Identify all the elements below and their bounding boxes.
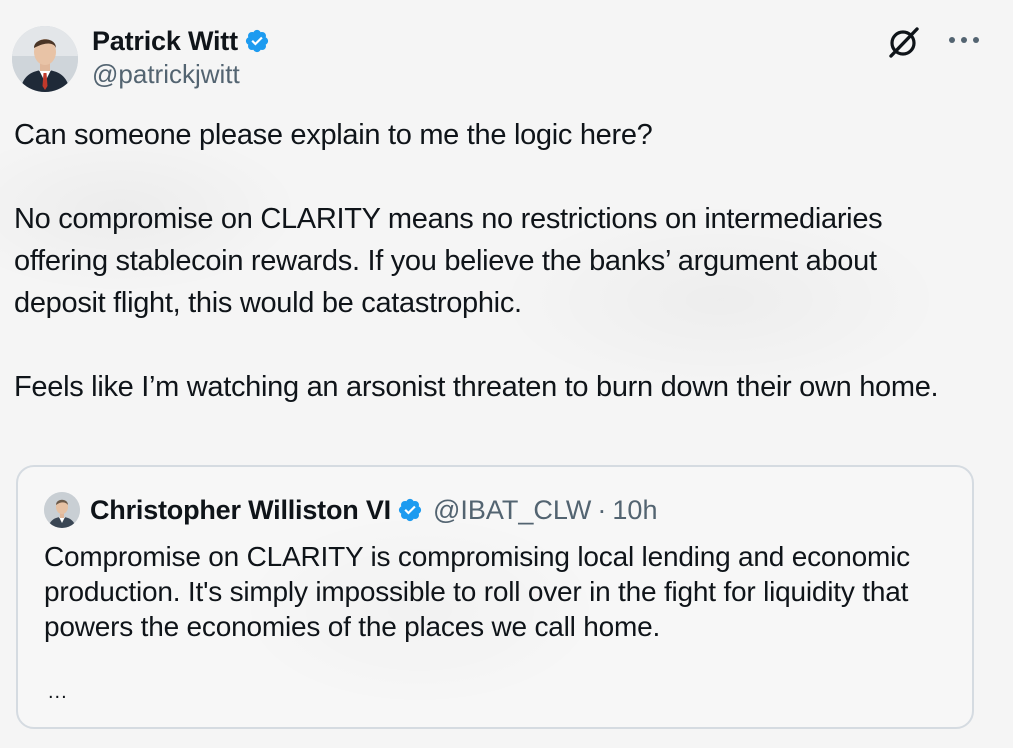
quoted-tweet-header: Christopher Williston VI @IBAT_CLW · 10h	[44, 489, 657, 531]
quoted-tweet-card[interactable]: Christopher Williston VI @IBAT_CLW · 10h…	[16, 465, 974, 729]
quoted-author-avatar[interactable]	[44, 492, 80, 528]
author-avatar[interactable]	[12, 26, 78, 92]
verified-badge-icon[interactable]	[397, 497, 423, 523]
author-avatar-image	[12, 26, 78, 92]
grok-icon[interactable]	[886, 24, 922, 60]
quoted-tweet-separator: ·	[597, 494, 607, 525]
author-info: Patrick Witt @patrickjwitt	[92, 24, 270, 90]
tweet-paragraph: Can someone please explain to me the log…	[14, 119, 653, 151]
quoted-author-avatar-image	[44, 492, 80, 528]
tweet-paragraph: No compromise on CLARITY means no restri…	[14, 203, 883, 319]
tweet-paragraph: Feels like I’m watching an arsonist thre…	[14, 371, 939, 403]
author-name-row: Patrick Witt	[92, 24, 270, 58]
more-options-icon[interactable]	[944, 30, 984, 50]
quoted-tweet-truncation: ...	[48, 681, 68, 703]
tweet-page: Patrick Witt @patrickjwitt Can someone p…	[0, 0, 1013, 748]
quoted-author-display-name[interactable]: Christopher Williston VI	[90, 495, 391, 526]
author-handle[interactable]: @patrickjwitt	[92, 59, 270, 90]
quoted-tweet-text: Compromise on CLARITY is compromising lo…	[44, 541, 910, 642]
quoted-tweet-timestamp[interactable]: 10h	[612, 495, 657, 526]
tweet-header: Patrick Witt @patrickjwitt	[12, 20, 1002, 96]
tweet-text: Can someone please explain to me the log…	[14, 114, 974, 408]
quoted-author-handle[interactable]: @IBAT_CLW	[433, 495, 591, 526]
verified-badge-icon[interactable]	[244, 28, 270, 54]
author-display-name[interactable]: Patrick Witt	[92, 26, 238, 57]
